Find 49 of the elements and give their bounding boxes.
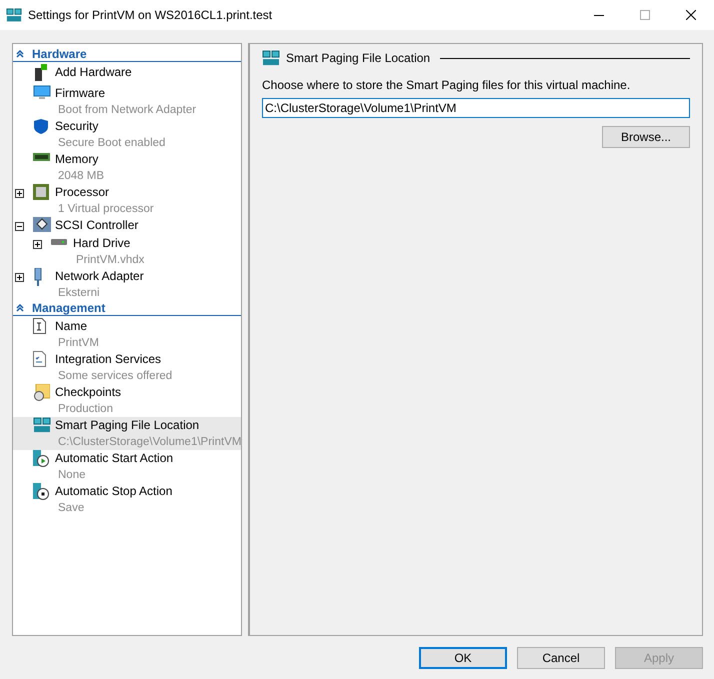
item-label: Integration Services <box>55 351 162 368</box>
item-detail: Secure Boot enabled <box>57 136 166 151</box>
panel-title: Smart Paging File Location <box>286 51 430 66</box>
path-field[interactable]: C:\ClusterStorage\Volume1\PrintVM <box>262 98 690 118</box>
item-detail: 2048 MB <box>57 169 104 184</box>
item-detail: C:\ClusterStorage\Volume1\PrintVM <box>57 435 242 450</box>
item-label: Automatic Start Action <box>55 450 174 467</box>
tree-item[interactable]: Memory 2048 MB <box>13 151 241 184</box>
item-label: Automatic Stop Action <box>55 483 172 500</box>
section-header[interactable]: Management <box>13 301 241 316</box>
item-label: Firmware <box>55 85 106 102</box>
tree-item[interactable]: Firmware Boot from Network Adapter <box>13 85 241 118</box>
tree-item[interactable]: Network Adapter Eksterni <box>13 268 241 301</box>
item-detail: PrintVM.vhdx <box>75 253 144 268</box>
tree-item[interactable]: Checkpoints Production <box>13 384 241 417</box>
tree-item[interactable]: Smart Paging File Location C:\ClusterStorage\Volume1\PrintVM <box>13 417 241 450</box>
item-detail: Boot from Network Adapter <box>57 103 196 118</box>
item-label: Add Hardware <box>55 64 132 81</box>
tree-item[interactable]: Processor 1 Virtual processor <box>13 184 241 217</box>
item-detail: Some services offered <box>57 369 172 384</box>
tree-item[interactable]: Security Secure Boot enabled <box>13 118 241 151</box>
browse-button[interactable]: Browse... <box>602 126 690 148</box>
item-label: Checkpoints <box>55 384 122 401</box>
panel-description: Choose where to store the Smart Paging files for this virtual machine. <box>262 78 632 92</box>
tree-item[interactable]: Integration Services Some services offered <box>13 351 241 384</box>
item-label: Hard Drive <box>73 235 132 252</box>
item-detail: None <box>57 468 86 483</box>
section-header[interactable]: Hardware <box>13 47 241 62</box>
tree-item[interactable]: SCSI Controller <box>13 217 241 235</box>
tree-item[interactable]: Automatic Stop Action Save <box>13 483 241 516</box>
item-detail: Save <box>57 501 86 516</box>
tree-item[interactable]: Add Hardware <box>13 64 241 85</box>
item-detail: 1 Virtual processor <box>57 202 154 217</box>
window-title: Settings for PrintVM on WS2016CL1.print.test <box>28 8 274 22</box>
item-label: Name <box>55 318 88 335</box>
item-label: Network Adapter <box>55 268 144 285</box>
item-label: SCSI Controller <box>55 217 138 234</box>
item-label: Processor <box>55 184 110 201</box>
item-detail: Production <box>57 402 114 417</box>
dialog-button[interactable]: OK <box>419 647 507 669</box>
item-label: Memory <box>55 151 100 168</box>
item-detail: PrintVM <box>57 336 99 351</box>
item-detail: Eksterni <box>57 286 101 301</box>
dialog-button[interactable]: Cancel <box>517 647 605 669</box>
item-label: Smart Paging File Location <box>55 417 200 434</box>
tree-item[interactable]: Automatic Start Action None <box>13 450 241 483</box>
tree-item[interactable]: Name PrintVM <box>13 318 241 351</box>
item-label: Security <box>55 118 100 135</box>
tree-item[interactable]: Hard Drive PrintVM.vhdx <box>13 235 241 268</box>
